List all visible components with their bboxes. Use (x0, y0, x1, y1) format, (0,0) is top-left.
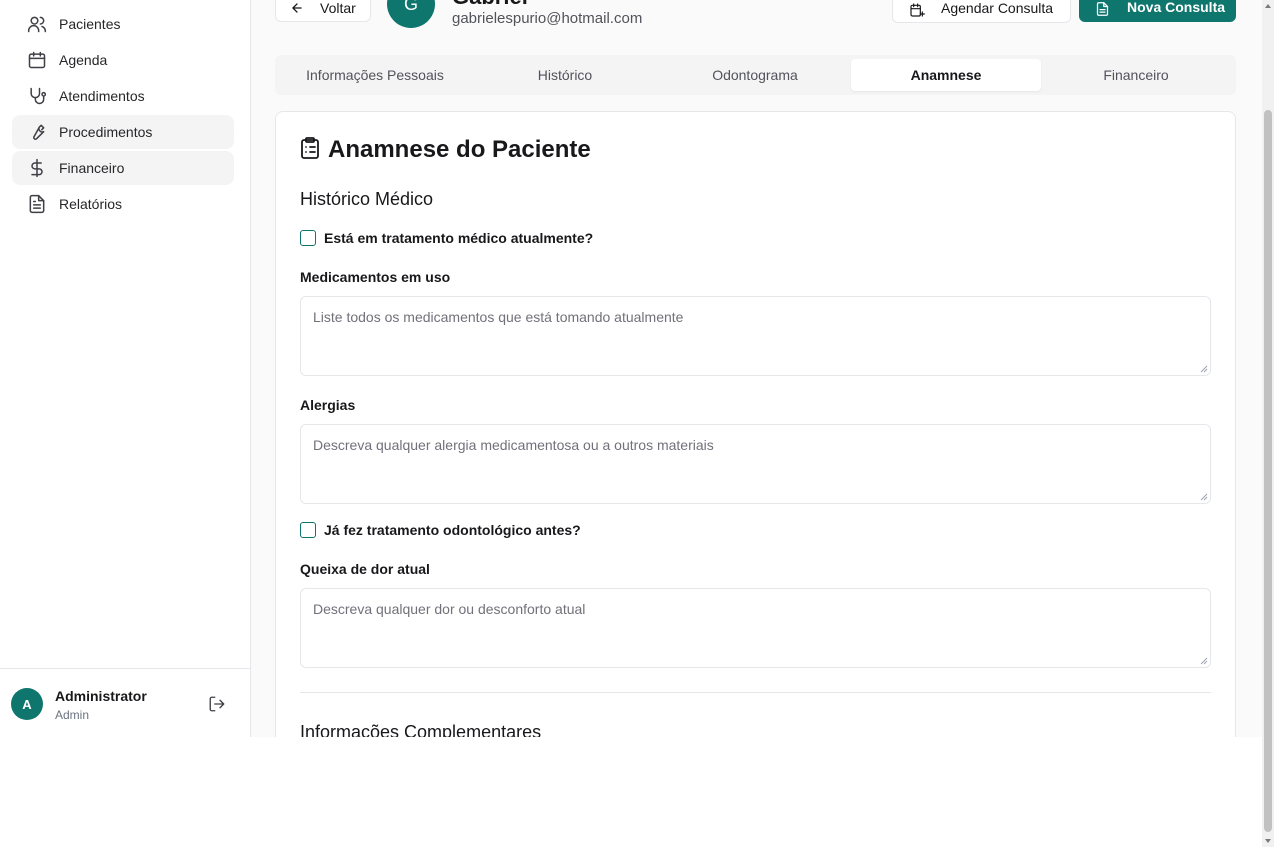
back-button-label: Voltar (320, 0, 356, 16)
sidebar-item-label: Agenda (59, 52, 108, 68)
resize-handle-icon[interactable] (1200, 365, 1208, 373)
file-icon (1096, 2, 1109, 16)
medications-label: Medicamentos em uso (300, 269, 451, 285)
sidebar-item-label: Relatórios (59, 196, 123, 212)
tab-anamnese[interactable]: Anamnese (851, 59, 1041, 91)
sidebar-item-label: Financeiro (59, 160, 125, 176)
page-scrollbar[interactable] (1262, 0, 1274, 847)
wrench-icon (33, 124, 45, 140)
resize-handle-icon[interactable] (1200, 493, 1208, 501)
tab-bar: Informações Pessoais Histórico Odontogra… (275, 55, 1236, 95)
anamnese-card: Anamnese do Paciente Histórico Médico Es… (275, 111, 1236, 737)
pain-complaint-placeholder: Descreva qualquer dor ou desconforto atu… (313, 601, 586, 617)
schedule-appointment-button[interactable]: Agendar Consulta (892, 0, 1071, 23)
section-title-complementary: Informações Complementares (300, 722, 542, 737)
tab-financeiro[interactable]: Financeiro (1041, 59, 1231, 91)
patient-name: Gabriel (452, 0, 528, 10)
new-consultation-label: Nova Consulta (1127, 0, 1226, 15)
sidebar-item-relatorios[interactable]: Relatórios (12, 187, 234, 221)
sidebar-item-agenda[interactable]: Agenda (12, 43, 234, 77)
card-title: Anamnese do Paciente (328, 136, 591, 163)
dental-treatment-checkbox[interactable] (300, 522, 316, 538)
allergies-textarea[interactable]: Descreva qualquer alergia medicamentosa … (300, 424, 1211, 504)
allergies-placeholder: Descreva qualquer alergia medicamentosa … (313, 437, 714, 453)
sidebar-item-label: Pacientes (59, 16, 121, 32)
medical-treatment-label: Está em tratamento médico atualmente? (324, 230, 594, 246)
scroll-down-arrow-icon[interactable] (1264, 837, 1272, 845)
pain-complaint-textarea[interactable]: Descreva qualquer dor ou desconforto atu… (300, 588, 1211, 668)
allergies-label: Alergias (300, 397, 356, 413)
sidebar-item-pacientes[interactable]: Pacientes (12, 7, 234, 41)
scroll-thumb[interactable] (1264, 110, 1272, 832)
sidebar-item-label: Atendimentos (59, 88, 145, 104)
tab-historico[interactable]: Histórico (470, 59, 660, 91)
section-title-medical-history: Histórico Médico (300, 189, 434, 209)
medical-treatment-checkbox[interactable] (300, 230, 316, 246)
scroll-up-arrow-icon[interactable] (1264, 2, 1272, 10)
dollar-icon (31, 158, 43, 178)
avatar: A (11, 688, 43, 720)
schedule-appointment-label: Agendar Consulta (941, 0, 1054, 16)
resize-handle-icon[interactable] (1200, 657, 1208, 665)
tab-odontograma[interactable]: Odontograma (660, 59, 850, 91)
file-text-icon (29, 194, 45, 214)
calendar-icon (28, 51, 46, 69)
dental-treatment-label: Já fez tratamento odontológico antes? (324, 522, 581, 538)
user-name: Administrator (55, 688, 147, 704)
stethoscope-icon (30, 87, 47, 105)
user-role: Admin (55, 708, 90, 722)
sidebar-user-panel: A Administrator Admin (0, 668, 250, 737)
arrow-left-icon (292, 3, 302, 13)
section-divider (300, 692, 1211, 693)
pain-complaint-label: Queixa de dor atual (300, 561, 430, 577)
logout-icon[interactable] (208, 695, 226, 713)
patient-avatar: G (387, 0, 435, 28)
sidebar-item-procedimentos[interactable]: Procedimentos (12, 115, 234, 149)
users-icon (27, 16, 47, 33)
app-viewport: Pacientes Agenda Atendimentos Procedimen… (0, 0, 1262, 737)
sidebar: Pacientes Agenda Atendimentos Procedimen… (0, 0, 251, 737)
medications-placeholder: Liste todos os medicamentos que está tom… (313, 309, 684, 325)
back-button[interactable]: Voltar (275, 0, 371, 22)
calendar-plus-icon (910, 3, 925, 17)
patient-email: gabrielespurio@hotmail.com (452, 10, 643, 27)
sidebar-item-atendimentos[interactable]: Atendimentos (12, 79, 234, 113)
sidebar-item-financeiro[interactable]: Financeiro (12, 151, 234, 185)
tab-informacoes-pessoais[interactable]: Informações Pessoais (280, 59, 470, 91)
clipboard-icon (301, 137, 319, 159)
medications-textarea[interactable]: Liste todos os medicamentos que está tom… (300, 296, 1211, 376)
new-consultation-button[interactable]: Nova Consulta (1079, 0, 1236, 22)
sidebar-item-label: Procedimentos (59, 124, 153, 140)
